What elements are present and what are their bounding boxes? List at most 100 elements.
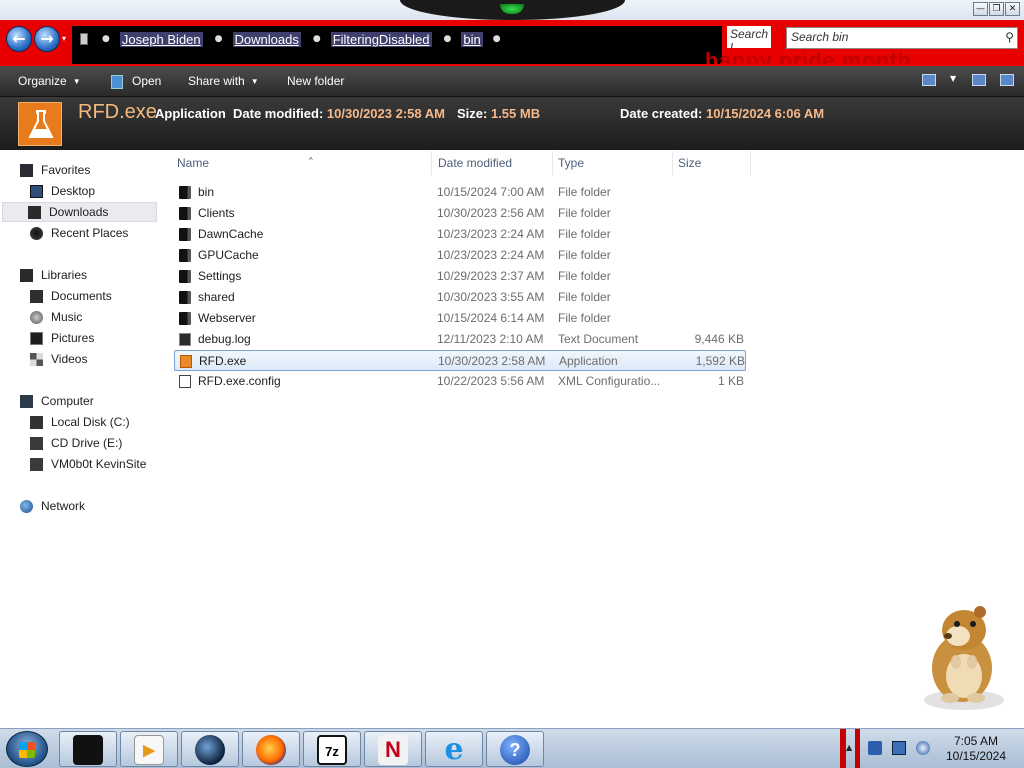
search-icon[interactable]: ⚲	[1005, 30, 1014, 44]
nav-label: Network	[41, 499, 86, 513]
file-name: debug.log	[198, 332, 251, 346]
column-header-name[interactable]: Name ^	[172, 151, 432, 175]
column-header-date[interactable]: Date modified	[433, 151, 553, 175]
nav-label: Documents	[51, 289, 112, 303]
breadcrumb-separator-icon[interactable]: ●	[102, 34, 110, 44]
taskbar-button-firefox[interactable]	[242, 731, 300, 767]
breadcrumb: ● Joseph Biden ● Downloads ● FilteringDi…	[80, 30, 523, 48]
nav-music[interactable]: Music	[30, 307, 82, 327]
column-label: Name	[177, 156, 210, 170]
open-app-icon	[111, 74, 123, 89]
start-button[interactable]	[6, 731, 48, 767]
column-label: Size	[678, 156, 702, 170]
taskbar-button-7zip[interactable]: 7z	[303, 731, 361, 767]
change-view-icon[interactable]	[922, 74, 936, 86]
file-row[interactable]: shared 10/30/2023 3:55 AM File folder	[174, 287, 746, 308]
breadcrumb-label[interactable]: Joseph Biden	[119, 31, 203, 47]
taskbar-button-help[interactable]: ?	[486, 731, 544, 767]
breadcrumb-separator-icon[interactable]: ●	[215, 34, 223, 44]
file-date-modified: 10/23/2023 2:24 AM	[437, 227, 545, 241]
folder-root-icon[interactable]	[80, 33, 88, 45]
taskbar-button-globe[interactable]	[181, 731, 239, 767]
chevron-down-icon[interactable]: ▼	[950, 74, 958, 86]
nav-local-disk[interactable]: Local Disk (C:)	[30, 412, 130, 432]
breadcrumb-downloads[interactable]: ● Downloads	[215, 31, 301, 47]
navigation-pane: Favorites Desktop Downloads Recent Place…	[0, 151, 160, 728]
sort-ascending-icon: ^	[309, 156, 313, 165]
column-header-type[interactable]: Type	[553, 151, 673, 175]
file-row[interactable]: DawnCache 10/23/2023 2:24 AM File folder	[174, 224, 746, 245]
file-size: 1 KB	[717, 374, 744, 388]
help-icon[interactable]	[1000, 74, 1014, 86]
taskbar-button-n-app[interactable]: N	[364, 731, 422, 767]
taskbar-button-media-player[interactable]: ▶	[120, 731, 178, 767]
nav-computer[interactable]: Computer	[20, 391, 94, 411]
tray-app-icon[interactable]	[868, 741, 882, 755]
share-with-button[interactable]: Share with ▼	[188, 66, 259, 97]
forward-button[interactable]: →	[34, 26, 60, 52]
organize-label: Organize	[18, 74, 67, 88]
breadcrumb-separator-icon[interactable]: ●	[493, 34, 501, 44]
breadcrumb-filteringdisabled[interactable]: ● FilteringDisabled	[313, 31, 432, 47]
breadcrumb-label[interactable]: bin	[461, 31, 483, 47]
firefox-icon	[256, 735, 286, 765]
internet-explorer-icon: e	[444, 732, 464, 767]
file-row[interactable]: RFD.exe.config 10/22/2023 5:56 AM XML Conf…	[174, 371, 746, 392]
date-created-detail: Date created: 10/15/2024 6:06 AM	[620, 106, 824, 121]
breadcrumb-separator-icon[interactable]: ●	[444, 34, 452, 44]
libraries-icon	[20, 268, 33, 282]
n-app-icon: N	[378, 735, 408, 765]
back-button[interactable]: ←	[6, 26, 32, 52]
open-button[interactable]: Open	[111, 66, 161, 97]
nav-desktop[interactable]: Desktop	[30, 181, 95, 201]
minimize-button[interactable]: —	[973, 2, 988, 16]
file-row[interactable]: debug.log 12/11/2023 2:10 AM Text Document…	[174, 329, 746, 350]
nav-network-share[interactable]: VM0b0t KevinSite	[30, 454, 146, 474]
file-row[interactable]: Clients 10/30/2023 2:56 AM File folder	[174, 203, 746, 224]
breadcrumb-label[interactable]: FilteringDisabled	[330, 31, 432, 47]
nav-libraries[interactable]: Libraries	[20, 265, 87, 285]
file-type: File folder	[558, 290, 611, 304]
file-row[interactable]: Settings 10/29/2023 2:37 AM File folder	[174, 266, 746, 287]
nav-favorites[interactable]: Favorites	[20, 160, 90, 180]
breadcrumb-separator-icon[interactable]: ●	[313, 34, 321, 44]
nav-videos[interactable]: Videos	[30, 349, 87, 369]
nav-label: Libraries	[41, 268, 88, 282]
organize-button[interactable]: Organize ▼	[18, 66, 81, 97]
breadcrumb-bin[interactable]: ● bin ●	[444, 31, 511, 47]
maximize-button[interactable]: ❐	[989, 2, 1004, 16]
nav-recent-places[interactable]: Recent Places	[30, 223, 128, 243]
file-row[interactable]: Webserver 10/15/2024 6:14 AM File folder	[174, 308, 746, 329]
file-row[interactable]: bin 10/15/2024 7:00 AM File folder	[174, 182, 746, 203]
file-row[interactable]: RFD.exe 10/30/2023 2:58 AM Application 1,59…	[174, 350, 746, 371]
new-folder-button[interactable]: New folder	[287, 66, 344, 97]
breadcrumb-joseph-biden[interactable]: ● Joseph Biden	[102, 31, 203, 47]
show-hidden-icons-button[interactable]: ▲	[846, 743, 852, 752]
globe-icon	[195, 735, 225, 765]
system-clock[interactable]: 7:05 AM 10/15/2024	[936, 734, 1016, 764]
nav-pictures[interactable]: Pictures	[30, 328, 94, 348]
volume-icon[interactable]	[916, 741, 930, 755]
breadcrumb-label[interactable]: Downloads	[232, 31, 301, 47]
file-date-modified: 10/15/2024 7:00 AM	[437, 185, 545, 199]
taskbar-button-explorer[interactable]	[59, 731, 117, 767]
details-pane: RFD.exe Application Date modified: 10/30…	[0, 97, 1024, 150]
network-status-icon[interactable]	[892, 741, 906, 755]
column-header-size[interactable]: Size	[673, 151, 751, 175]
nav-network[interactable]: Network	[20, 496, 85, 516]
file-type: Text Document	[558, 332, 639, 346]
nav-label: Music	[51, 310, 83, 324]
file-row[interactable]: GPUCache 10/23/2023 2:24 AM File folder	[174, 245, 746, 266]
secondary-search-field[interactable]: Search l	[727, 26, 771, 48]
nav-cd-drive[interactable]: CD Drive (E:)	[30, 433, 122, 453]
close-button[interactable]: ✕	[1005, 2, 1020, 16]
file-date-modified: 10/29/2023 2:37 AM	[437, 269, 545, 283]
detail-value: 10/30/2023 2:58 AM	[326, 106, 445, 121]
preview-pane-icon[interactable]	[972, 74, 986, 86]
recent-pages-dropdown[interactable]: ▾	[62, 34, 66, 43]
nav-documents[interactable]: Documents	[30, 286, 112, 306]
nav-downloads[interactable]: Downloads	[2, 202, 157, 222]
hard-disk-icon	[30, 415, 43, 429]
folder-icon	[179, 186, 191, 199]
taskbar-button-internet-explorer[interactable]: e	[425, 731, 483, 767]
